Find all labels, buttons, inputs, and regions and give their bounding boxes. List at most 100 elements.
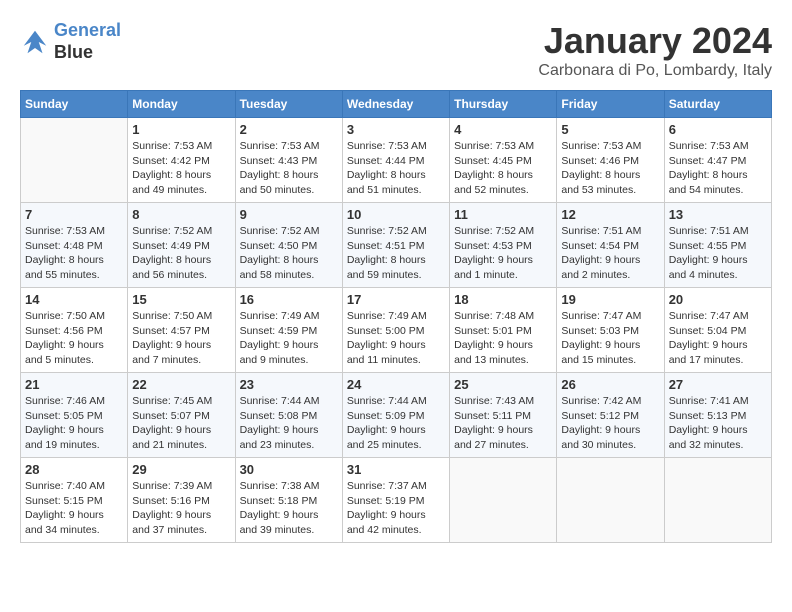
- header-cell-sunday: Sunday: [21, 91, 128, 118]
- day-info: Sunrise: 7:53 AMSunset: 4:46 PMDaylight:…: [561, 139, 659, 198]
- calendar-cell: 13 Sunrise: 7:51 AMSunset: 4:55 PMDaylig…: [664, 203, 771, 288]
- day-number: 23: [240, 377, 338, 392]
- calendar-cell: 2 Sunrise: 7:53 AMSunset: 4:43 PMDayligh…: [235, 118, 342, 203]
- day-info: Sunrise: 7:39 AMSunset: 5:16 PMDaylight:…: [132, 479, 230, 538]
- day-number: 16: [240, 292, 338, 307]
- calendar-table: SundayMondayTuesdayWednesdayThursdayFrid…: [20, 90, 772, 543]
- day-number: 28: [25, 462, 123, 477]
- day-number: 13: [669, 207, 767, 222]
- day-info: Sunrise: 7:47 AMSunset: 5:04 PMDaylight:…: [669, 309, 767, 368]
- day-number: 4: [454, 122, 552, 137]
- calendar-cell: 23 Sunrise: 7:44 AMSunset: 5:08 PMDaylig…: [235, 373, 342, 458]
- header-cell-friday: Friday: [557, 91, 664, 118]
- day-number: 19: [561, 292, 659, 307]
- calendar-cell: 31 Sunrise: 7:37 AMSunset: 5:19 PMDaylig…: [342, 458, 449, 543]
- day-number: 10: [347, 207, 445, 222]
- day-info: Sunrise: 7:38 AMSunset: 5:18 PMDaylight:…: [240, 479, 338, 538]
- header-cell-thursday: Thursday: [450, 91, 557, 118]
- day-info: Sunrise: 7:44 AMSunset: 5:08 PMDaylight:…: [240, 394, 338, 453]
- week-row-5: 28 Sunrise: 7:40 AMSunset: 5:15 PMDaylig…: [21, 458, 772, 543]
- day-info: Sunrise: 7:53 AMSunset: 4:47 PMDaylight:…: [669, 139, 767, 198]
- calendar-cell: 28 Sunrise: 7:40 AMSunset: 5:15 PMDaylig…: [21, 458, 128, 543]
- header-cell-monday: Monday: [128, 91, 235, 118]
- day-info: Sunrise: 7:52 AMSunset: 4:51 PMDaylight:…: [347, 224, 445, 283]
- header-cell-wednesday: Wednesday: [342, 91, 449, 118]
- day-info: Sunrise: 7:46 AMSunset: 5:05 PMDaylight:…: [25, 394, 123, 453]
- calendar-cell: 22 Sunrise: 7:45 AMSunset: 5:07 PMDaylig…: [128, 373, 235, 458]
- logo-text: General Blue: [54, 20, 121, 63]
- calendar-cell: 17 Sunrise: 7:49 AMSunset: 5:00 PMDaylig…: [342, 288, 449, 373]
- day-number: 3: [347, 122, 445, 137]
- month-title: January 2024: [538, 20, 772, 62]
- logo-icon: [20, 27, 50, 57]
- header: General Blue January 2024 Carbonara di P…: [20, 20, 772, 80]
- calendar-cell: [450, 458, 557, 543]
- calendar-cell: 14 Sunrise: 7:50 AMSunset: 4:56 PMDaylig…: [21, 288, 128, 373]
- day-info: Sunrise: 7:53 AMSunset: 4:43 PMDaylight:…: [240, 139, 338, 198]
- day-info: Sunrise: 7:53 AMSunset: 4:42 PMDaylight:…: [132, 139, 230, 198]
- day-info: Sunrise: 7:42 AMSunset: 5:12 PMDaylight:…: [561, 394, 659, 453]
- day-info: Sunrise: 7:49 AMSunset: 5:00 PMDaylight:…: [347, 309, 445, 368]
- calendar-cell: 12 Sunrise: 7:51 AMSunset: 4:54 PMDaylig…: [557, 203, 664, 288]
- day-info: Sunrise: 7:43 AMSunset: 5:11 PMDaylight:…: [454, 394, 552, 453]
- day-info: Sunrise: 7:53 AMSunset: 4:45 PMDaylight:…: [454, 139, 552, 198]
- day-info: Sunrise: 7:52 AMSunset: 4:53 PMDaylight:…: [454, 224, 552, 283]
- week-row-2: 7 Sunrise: 7:53 AMSunset: 4:48 PMDayligh…: [21, 203, 772, 288]
- day-info: Sunrise: 7:53 AMSunset: 4:48 PMDaylight:…: [25, 224, 123, 283]
- logo-line1: General: [54, 20, 121, 40]
- day-number: 5: [561, 122, 659, 137]
- calendar-cell: 15 Sunrise: 7:50 AMSunset: 4:57 PMDaylig…: [128, 288, 235, 373]
- day-number: 17: [347, 292, 445, 307]
- day-number: 27: [669, 377, 767, 392]
- header-cell-saturday: Saturday: [664, 91, 771, 118]
- day-number: 6: [669, 122, 767, 137]
- calendar-cell: [21, 118, 128, 203]
- calendar-cell: 19 Sunrise: 7:47 AMSunset: 5:03 PMDaylig…: [557, 288, 664, 373]
- day-number: 1: [132, 122, 230, 137]
- day-number: 18: [454, 292, 552, 307]
- day-number: 11: [454, 207, 552, 222]
- day-number: 21: [25, 377, 123, 392]
- calendar-cell: 1 Sunrise: 7:53 AMSunset: 4:42 PMDayligh…: [128, 118, 235, 203]
- calendar-cell: 21 Sunrise: 7:46 AMSunset: 5:05 PMDaylig…: [21, 373, 128, 458]
- day-number: 8: [132, 207, 230, 222]
- calendar-cell: [557, 458, 664, 543]
- logo-line2: Blue: [54, 42, 93, 62]
- calendar-cell: [664, 458, 771, 543]
- day-info: Sunrise: 7:53 AMSunset: 4:44 PMDaylight:…: [347, 139, 445, 198]
- calendar-cell: 30 Sunrise: 7:38 AMSunset: 5:18 PMDaylig…: [235, 458, 342, 543]
- location-title: Carbonara di Po, Lombardy, Italy: [538, 62, 772, 80]
- calendar-cell: 27 Sunrise: 7:41 AMSunset: 5:13 PMDaylig…: [664, 373, 771, 458]
- day-info: Sunrise: 7:45 AMSunset: 5:07 PMDaylight:…: [132, 394, 230, 453]
- calendar-cell: 4 Sunrise: 7:53 AMSunset: 4:45 PMDayligh…: [450, 118, 557, 203]
- day-info: Sunrise: 7:48 AMSunset: 5:01 PMDaylight:…: [454, 309, 552, 368]
- day-info: Sunrise: 7:51 AMSunset: 4:55 PMDaylight:…: [669, 224, 767, 283]
- week-row-3: 14 Sunrise: 7:50 AMSunset: 4:56 PMDaylig…: [21, 288, 772, 373]
- day-number: 24: [347, 377, 445, 392]
- calendar-cell: 10 Sunrise: 7:52 AMSunset: 4:51 PMDaylig…: [342, 203, 449, 288]
- header-row: SundayMondayTuesdayWednesdayThursdayFrid…: [21, 91, 772, 118]
- calendar-cell: 8 Sunrise: 7:52 AMSunset: 4:49 PMDayligh…: [128, 203, 235, 288]
- day-number: 29: [132, 462, 230, 477]
- day-number: 25: [454, 377, 552, 392]
- day-info: Sunrise: 7:44 AMSunset: 5:09 PMDaylight:…: [347, 394, 445, 453]
- week-row-4: 21 Sunrise: 7:46 AMSunset: 5:05 PMDaylig…: [21, 373, 772, 458]
- day-number: 26: [561, 377, 659, 392]
- calendar-cell: 24 Sunrise: 7:44 AMSunset: 5:09 PMDaylig…: [342, 373, 449, 458]
- day-info: Sunrise: 7:47 AMSunset: 5:03 PMDaylight:…: [561, 309, 659, 368]
- calendar-cell: 3 Sunrise: 7:53 AMSunset: 4:44 PMDayligh…: [342, 118, 449, 203]
- day-number: 20: [669, 292, 767, 307]
- calendar-cell: 7 Sunrise: 7:53 AMSunset: 4:48 PMDayligh…: [21, 203, 128, 288]
- day-info: Sunrise: 7:50 AMSunset: 4:57 PMDaylight:…: [132, 309, 230, 368]
- day-info: Sunrise: 7:41 AMSunset: 5:13 PMDaylight:…: [669, 394, 767, 453]
- calendar-cell: 29 Sunrise: 7:39 AMSunset: 5:16 PMDaylig…: [128, 458, 235, 543]
- title-section: January 2024 Carbonara di Po, Lombardy, …: [538, 20, 772, 80]
- day-info: Sunrise: 7:51 AMSunset: 4:54 PMDaylight:…: [561, 224, 659, 283]
- week-row-1: 1 Sunrise: 7:53 AMSunset: 4:42 PMDayligh…: [21, 118, 772, 203]
- header-cell-tuesday: Tuesday: [235, 91, 342, 118]
- calendar-cell: 9 Sunrise: 7:52 AMSunset: 4:50 PMDayligh…: [235, 203, 342, 288]
- calendar-cell: 5 Sunrise: 7:53 AMSunset: 4:46 PMDayligh…: [557, 118, 664, 203]
- day-number: 31: [347, 462, 445, 477]
- day-number: 2: [240, 122, 338, 137]
- logo: General Blue: [20, 20, 121, 63]
